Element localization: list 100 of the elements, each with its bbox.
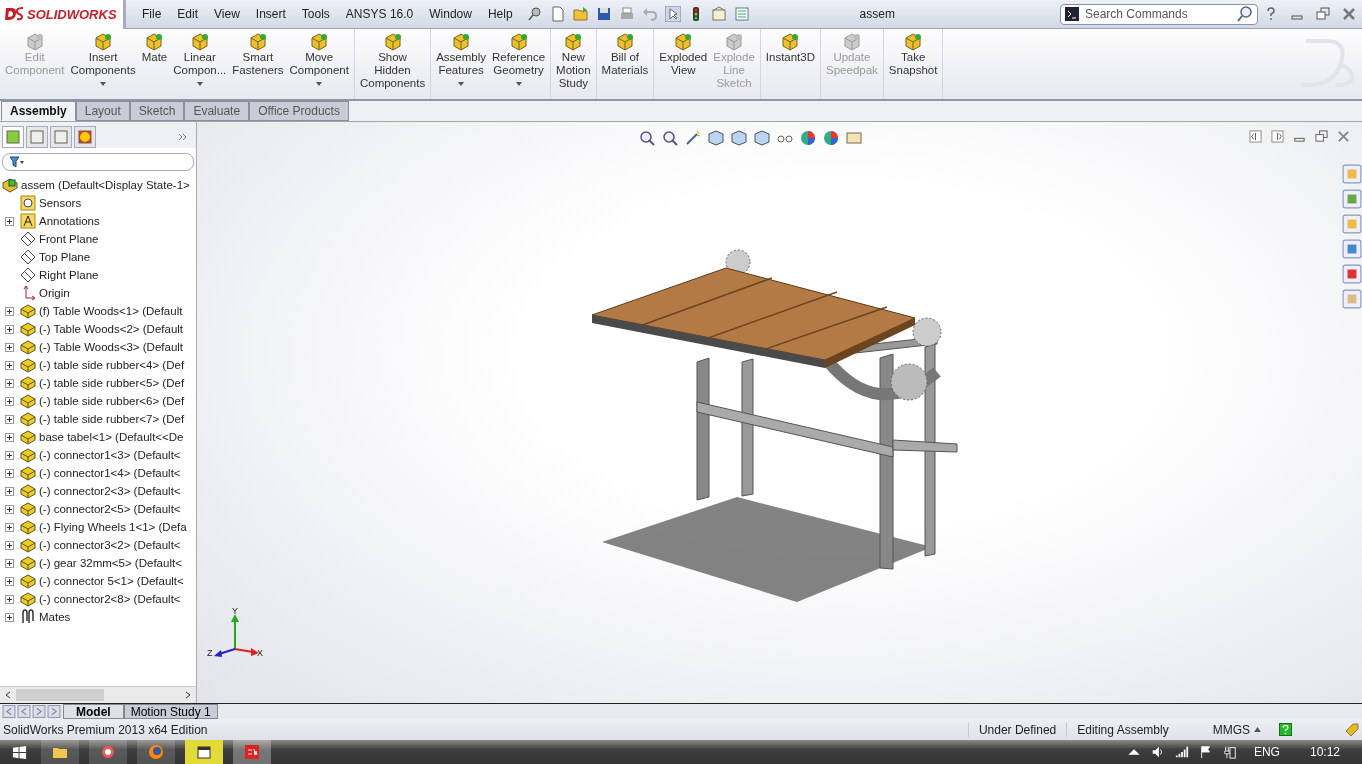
signal-icon[interactable] — [1174, 745, 1189, 759]
task-pane-icon[interactable] — [1342, 264, 1362, 284]
menu-item[interactable]: View — [206, 7, 248, 21]
flag-icon[interactable] — [1198, 745, 1213, 759]
clock[interactable]: 10:12 — [1309, 745, 1340, 759]
expand-icon[interactable] — [5, 396, 14, 406]
scroll-left-icon[interactable] — [4, 691, 12, 699]
tab[interactable]: Model — [63, 704, 124, 719]
command-button[interactable]: Insert Components — [67, 29, 139, 99]
magnifier-icon[interactable] — [662, 130, 678, 146]
tree-item[interactable]: (-) Table Woods<2> (Default — [39, 323, 184, 335]
tile-right-icon[interactable] — [1271, 130, 1284, 143]
tree-item[interactable]: Annotations — [39, 215, 100, 227]
taskbar-app[interactable] — [89, 740, 127, 764]
search-icon[interactable] — [1237, 6, 1253, 22]
expand-icon[interactable] — [5, 450, 14, 460]
tree-item[interactable]: (-) connector2<3> (Default< — [39, 485, 181, 497]
cube-icon[interactable] — [754, 130, 770, 146]
scroll-right-icon[interactable] — [184, 691, 192, 699]
expand-icon[interactable] — [5, 612, 14, 622]
tab[interactable]: Assembly — [1, 101, 76, 121]
magnifier-icon[interactable] — [639, 130, 655, 146]
tree-item[interactable]: (-) table side rubber<7> (Def — [39, 413, 185, 425]
close-icon[interactable] — [1341, 6, 1357, 22]
command-button[interactable]: Linear Compon... — [170, 29, 230, 99]
close-icon[interactable] — [1337, 130, 1350, 143]
language-indicator[interactable]: ENG — [1253, 745, 1280, 759]
command-button[interactable]: Move Component — [286, 29, 352, 99]
menu-item[interactable]: ANSYS 16.0 — [337, 7, 422, 21]
expand-icon[interactable] — [5, 540, 14, 550]
filter-field[interactable] — [2, 153, 194, 171]
tree-item[interactable]: (-) gear 32mm<5> (Default< — [39, 557, 182, 569]
expand-icon[interactable] — [5, 594, 14, 604]
expand-icon[interactable] — [5, 414, 14, 424]
wand-icon[interactable] — [685, 130, 701, 146]
horizontal-scrollbar[interactable] — [0, 686, 196, 703]
tree-item[interactable]: (-) Flying Wheels 1<1> (Defa — [39, 521, 187, 533]
tab[interactable]: Layout — [75, 101, 130, 121]
tab[interactable]: Office Products — [249, 101, 349, 121]
tree-item[interactable]: (-) connector1<4> (Default< — [39, 467, 181, 479]
tab[interactable]: Sketch — [129, 101, 185, 121]
command-button[interactable]: New Motion Study — [553, 29, 594, 99]
tree-item[interactable]: Top Plane — [39, 251, 91, 263]
windows-start-icon[interactable] — [12, 744, 27, 760]
command-button[interactable]: Mate — [138, 29, 171, 99]
cube-icon[interactable] — [731, 130, 747, 146]
search-field[interactable]: Search Commands — [1060, 3, 1258, 25]
menu-item[interactable]: File — [134, 7, 170, 21]
tree-item[interactable]: Front Plane — [39, 233, 99, 245]
command-button[interactable]: Reference Geometry — [489, 29, 549, 99]
command-button[interactable]: Bill of Materials — [598, 29, 652, 99]
units-selector[interactable]: MMGS — [1202, 722, 1254, 737]
tag-icon[interactable] — [1344, 721, 1360, 738]
menu-item[interactable]: Edit — [169, 7, 207, 21]
expand-icon[interactable] — [5, 432, 14, 442]
command-button[interactable]: Show Hidden Components — [356, 29, 429, 99]
command-button[interactable]: Smart Fasteners — [229, 29, 287, 99]
tree-item[interactable]: (-) connector1<3> (Default< — [39, 449, 181, 461]
sphere-icon[interactable] — [800, 130, 816, 146]
command-button[interactable]: Instant3D — [762, 29, 819, 99]
tree-item[interactable]: base tabel<1> (Default<<De — [39, 431, 184, 443]
chevron-icon[interactable] — [178, 133, 188, 141]
tab[interactable]: Motion Study 1 — [123, 704, 218, 719]
tree-item[interactable]: (f) Table Woods<1> (Default — [39, 305, 183, 317]
tree-item[interactable]: Sensors — [39, 197, 82, 209]
panel-tab-icon[interactable] — [2, 126, 24, 148]
doc-icon[interactable] — [549, 6, 566, 22]
tree-item[interactable]: (-) connector2<5> (Default< — [39, 503, 181, 515]
expand-icon[interactable] — [5, 522, 14, 532]
taskbar-app[interactable] — [185, 740, 223, 764]
tab[interactable]: Evaluate — [184, 101, 250, 121]
menu-item[interactable]: Insert — [247, 7, 294, 21]
expand-icon[interactable] — [5, 468, 14, 478]
expand-icon[interactable] — [5, 324, 14, 334]
expand-icon[interactable] — [5, 306, 14, 316]
expand-icon[interactable] — [5, 216, 14, 226]
task-pane-icon[interactable] — [1342, 239, 1362, 259]
tree-item[interactable]: assem (Default<Display State-1> — [21, 179, 190, 191]
panel-tab-icon[interactable] — [74, 126, 96, 148]
speaker-icon[interactable] — [1150, 745, 1165, 759]
cube-icon[interactable] — [708, 130, 724, 146]
search-input[interactable]: Search Commands — [1083, 6, 1233, 22]
tree-item[interactable]: (-) Table Woods<3> (Default — [39, 341, 184, 353]
battery-icon[interactable] — [1222, 745, 1237, 759]
help-icon[interactable] — [1279, 723, 1292, 736]
expand-icon[interactable] — [5, 486, 14, 496]
expand-icon[interactable] — [5, 378, 14, 388]
expand-icon[interactable] — [5, 360, 14, 370]
tree-item[interactable]: (-) connector3<2> (Default< — [39, 539, 181, 551]
tree-item[interactable]: (-) table side rubber<6> (Def — [39, 395, 185, 407]
tree-item[interactable]: (-) table side rubber<4> (Def — [39, 359, 185, 371]
command-button[interactable]: Assembly Features — [433, 29, 489, 99]
arrow-icon[interactable] — [664, 6, 681, 22]
sphere-icon[interactable] — [823, 130, 839, 146]
tile-left-icon[interactable] — [1249, 130, 1262, 143]
expand-icon[interactable] — [5, 576, 14, 586]
printer-icon[interactable] — [618, 6, 635, 22]
expand-icon[interactable] — [5, 504, 14, 514]
menu-item[interactable]: Tools — [293, 7, 338, 21]
tree-item[interactable]: (-) connector 5<1> (Default< — [39, 575, 184, 587]
